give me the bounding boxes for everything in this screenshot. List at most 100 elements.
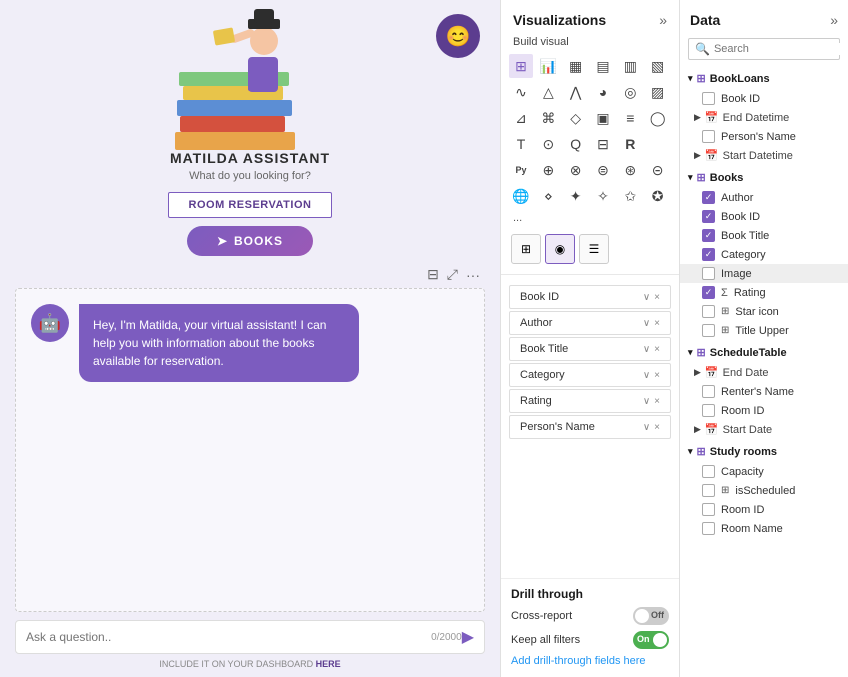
viz-smart-icon[interactable]: ⊙ [536,132,560,156]
viz-web-icon[interactable]: 🌐 [509,184,533,208]
checkbox-renters-name[interactable] [702,385,715,398]
viz-gauge-icon[interactable]: ⌘ [536,106,560,130]
viz-card-icon[interactable]: ▣ [591,106,615,130]
viz-funnel-icon[interactable]: ⊿ [509,106,533,130]
books-header[interactable]: ▾ ⊞ Books [680,167,848,188]
field-category[interactable]: Category ∨ × [509,363,671,387]
viz-area-icon[interactable]: ▤ [591,54,615,78]
field-chevron-icon[interactable]: ∨ [643,422,650,433]
more-icon[interactable]: ··· [466,267,480,283]
filter-icon[interactable]: ⊟ [427,266,439,283]
viz-column-icon[interactable]: ▦ [564,54,588,78]
viz-geo-icon[interactable]: ⋄ [536,184,560,208]
tree-expand-enddatetime[interactable]: ▶ 📅 End Datetime [680,108,848,127]
checkbox-bookid[interactable] [702,92,715,105]
keep-filters-toggle[interactable]: On [633,631,669,649]
field-close-icon[interactable]: × [654,396,660,407]
checkbox-isscheduled[interactable] [702,484,715,497]
viz-custom1-icon[interactable]: ✧ [591,184,615,208]
viz-custom3-icon[interactable]: ✪ [646,184,670,208]
viz-table-icon[interactable]: ⊞ [509,54,533,78]
field-close-icon[interactable]: × [654,318,660,329]
viz-text-icon[interactable]: T [509,132,533,156]
viz-thumb-grid[interactable]: ⊞ [511,234,541,264]
tree-item-renters-name: Renter's Name [680,382,848,401]
viz-donut-icon[interactable]: ◎ [618,80,642,104]
viz-more[interactable]: ... [501,208,679,228]
viz-thumb-selected[interactable]: ◉ [545,234,575,264]
checkbox-rating[interactable]: ✓ [702,286,715,299]
viz-blank-icon[interactable] [646,132,670,156]
expand-icon[interactable]: ⤢ [447,266,458,283]
field-author[interactable]: Author ∨ × [509,311,671,335]
search-input[interactable] [714,43,848,55]
viz-anomaly-icon[interactable]: ⊛ [618,158,642,182]
field-chevron-icon[interactable]: ∨ [643,396,650,407]
char-count: 0/2000 [431,632,462,643]
tree-expand-enddate[interactable]: ▶ 📅 End Date [680,363,848,382]
viz-paginated-icon[interactable]: ⊝ [646,158,670,182]
viz-bar-icon[interactable]: 📊 [536,54,560,78]
field-close-icon[interactable]: × [654,344,660,355]
viz-py-icon[interactable]: Py [509,158,533,182]
viz-slicer-icon[interactable]: ≡ [618,106,642,130]
viz-line-icon[interactable]: ▥ [618,54,642,78]
field-chevron-icon[interactable]: ∨ [643,318,650,329]
send-button[interactable]: ▶ [462,627,474,647]
field-close-icon[interactable]: × [654,370,660,381]
checkbox-roomname[interactable] [702,522,715,535]
tree-expand-startdate[interactable]: ▶ 📅 Start Date [680,420,848,439]
viz-narrative-icon[interactable]: ⊜ [591,158,615,182]
checkbox-schedule-roomid[interactable] [702,404,715,417]
viz-decomp-icon[interactable]: ⊗ [564,158,588,182]
field-close-icon[interactable]: × [654,422,660,433]
scheduletable-header[interactable]: ▾ ⊞ ScheduleTable [680,342,848,363]
cross-report-toggle[interactable]: Off [633,607,669,625]
viz-map-icon[interactable]: ⋀ [564,80,588,104]
viz-combo-icon[interactable]: ▧ [646,54,670,78]
checkbox-title-upper[interactable] [702,324,715,337]
tree-item-author: ✓ Author [680,188,848,207]
field-close-icon[interactable]: × [654,292,660,303]
viz-expand-icon[interactable]: » [659,12,667,28]
checkbox-image[interactable] [702,267,715,280]
viz-waterfall-icon[interactable]: ▨ [646,80,670,104]
field-chevron-icon[interactable]: ∨ [643,292,650,303]
checkbox-personsname[interactable] [702,130,715,143]
checkbox-category[interactable]: ✓ [702,248,715,261]
tree-expand-startdatetime[interactable]: ▶ 📅 Start Datetime [680,146,848,165]
checkbox-study-roomid[interactable] [702,503,715,516]
viz-pie-icon[interactable]: ◕ [591,80,615,104]
add-drill-link[interactable]: Add drill-through fields here [511,655,646,667]
checkbox-author[interactable]: ✓ [702,191,715,204]
viz-thumb-other[interactable]: ☰ [579,234,609,264]
viz-scatter-icon[interactable]: △ [536,80,560,104]
field-book-title[interactable]: Book Title ∨ × [509,337,671,361]
sigma-icon: Σ [721,287,728,299]
field-persons-name[interactable]: Person's Name ∨ × [509,415,671,439]
viz-arc-icon[interactable]: ✦ [564,184,588,208]
dashboard-link[interactable]: HERE [316,659,341,669]
ask-input[interactable] [26,630,431,644]
viz-r-icon[interactable]: R [618,132,642,156]
books-button[interactable]: ➤ BOOKS [187,226,313,256]
data-expand-icon[interactable]: » [830,12,838,28]
viz-shape-icon[interactable]: ◯ [646,106,670,130]
viz-custom2-icon[interactable]: ✩ [618,184,642,208]
bookloans-header[interactable]: ▾ ⊞ BookLoans [680,68,848,89]
checkbox-booktitle[interactable]: ✓ [702,229,715,242]
studyrooms-header[interactable]: ▾ ⊞ Study rooms [680,441,848,462]
checkbox-books-bookid[interactable]: ✓ [702,210,715,223]
viz-ai-icon[interactable]: ⊕ [536,158,560,182]
viz-matrix-icon[interactable]: ⊟ [591,132,615,156]
checkbox-capacity[interactable] [702,465,715,478]
viz-line2-icon[interactable]: ∿ [509,80,533,104]
field-chevron-icon[interactable]: ∨ [643,344,650,355]
viz-qna-icon[interactable]: Q [564,132,588,156]
room-reservation-button[interactable]: ROOM RESERVATION [168,192,333,218]
viz-kpi-icon[interactable]: ◇ [564,106,588,130]
field-rating[interactable]: Rating ∨ × [509,389,671,413]
checkbox-star-icon[interactable] [702,305,715,318]
field-chevron-icon[interactable]: ∨ [643,370,650,381]
field-book-id[interactable]: Book ID ∨ × [509,285,671,309]
